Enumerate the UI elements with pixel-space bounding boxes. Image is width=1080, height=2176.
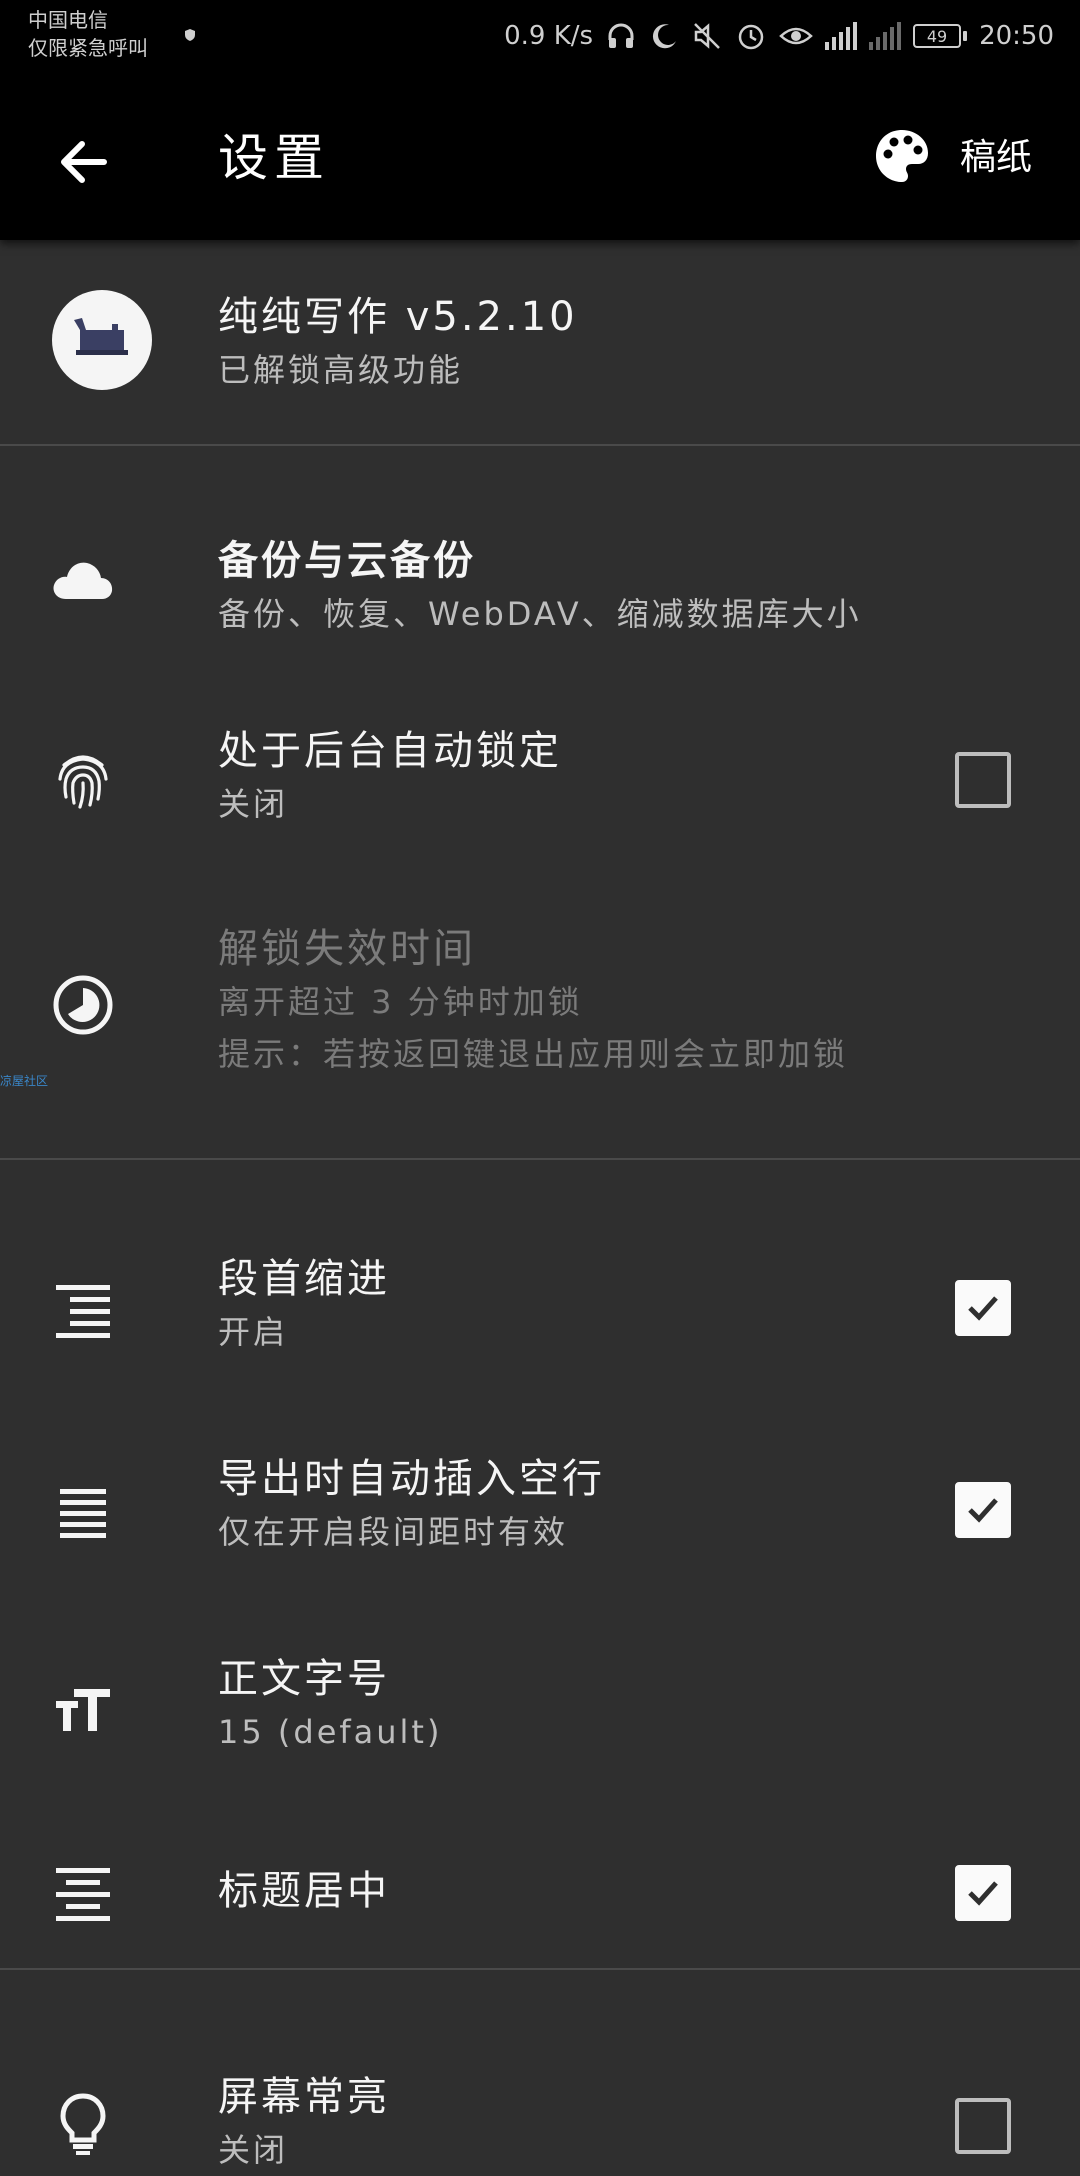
divider <box>0 1158 1080 1160</box>
setting-subtitle: 开启 <box>218 1313 289 1351</box>
timer-icon <box>53 975 113 1035</box>
setting-subtitle: 关闭 <box>218 785 289 823</box>
battery-icon: 49 <box>913 24 968 48</box>
setting-title: 解锁失效时间 <box>218 926 476 972</box>
setting-title: 导出时自动插入空行 <box>218 1456 605 1502</box>
lines-icon <box>60 1489 106 1538</box>
autolock-checkbox[interactable] <box>955 752 1011 808</box>
setting-title: 正文字号 <box>218 1656 390 1702</box>
setting-hint: 提示：若按返回键退出应用则会立即加锁 <box>218 1035 849 1073</box>
setting-screen-on[interactable]: 屏幕常亮 关闭 <box>0 2020 1080 2169</box>
app-version-title: 纯纯写作 v5.2.10 <box>218 294 578 340</box>
eye-icon <box>779 27 813 45</box>
setting-backup[interactable]: 备份与云备份 备份、恢复、WebDAV、缩减数据库大小 <box>0 490 1080 680</box>
draft-button[interactable]: 稿纸 <box>960 128 1032 188</box>
lightbulb-icon <box>60 2093 106 2155</box>
divider <box>0 1968 1080 1970</box>
app-bar: 设置 稿纸 <box>0 80 1080 240</box>
mute-icon <box>694 23 720 49</box>
status-icons: 0.9 K/s 49 20:50 <box>504 14 1054 58</box>
setting-unlock-timeout[interactable]: 解锁失效时间 离开超过 3 分钟时加锁 提示：若按返回键退出应用则会立即加锁 <box>0 880 1080 1120</box>
app-license-status: 已解锁高级功能 <box>218 351 464 389</box>
moon-icon <box>653 24 677 49</box>
battery-level: 49 <box>913 24 962 48</box>
setting-autolock[interactable]: 处于后台自动锁定 关闭 <box>0 680 1080 880</box>
indent-icon <box>56 1285 110 1338</box>
headphones-icon <box>608 23 634 48</box>
back-arrow-icon[interactable] <box>52 130 116 194</box>
indent-checkbox[interactable] <box>955 1280 1011 1336</box>
setting-title: 处于后台自动锁定 <box>218 728 562 774</box>
shield-icon <box>185 29 195 41</box>
text-size-icon <box>56 1689 110 1731</box>
settings-list: 纯纯写作 v5.2.10 已解锁高级功能 备份与云备份 备份、恢复、WebDAV… <box>0 240 1080 2169</box>
net-speed: 0.9 K/s <box>504 21 594 51</box>
carrier-info: 中国电信 仅限紧急呼叫 <box>28 6 195 62</box>
status-bar: 中国电信 仅限紧急呼叫 0.9 K/s 49 20:50 <box>0 0 1080 80</box>
blank-line-checkbox[interactable] <box>955 1482 1011 1538</box>
setting-indent[interactable]: 段首缩进 开启 <box>0 1210 1080 1410</box>
setting-title: 标题居中 <box>218 1868 390 1914</box>
setting-font-size[interactable]: 正文字号 15 (default) <box>0 1610 1080 1810</box>
setting-title: 段首缩进 <box>218 1256 390 1302</box>
align-center-icon <box>56 1868 110 1921</box>
setting-subtitle: 离开超过 3 分钟时加锁 <box>218 983 583 1021</box>
clock: 20:50 <box>979 21 1054 51</box>
cloud-icon <box>53 562 113 599</box>
fingerprint-icon <box>58 755 108 809</box>
watermark: 凉屋社区 <box>0 1074 49 1088</box>
center-title-checkbox[interactable] <box>955 1865 1011 1921</box>
palette-icon[interactable] <box>872 126 932 186</box>
about-row[interactable]: 纯纯写作 v5.2.10 已解锁高级功能 <box>0 240 1080 444</box>
setting-subtitle: 备份、恢复、WebDAV、缩减数据库大小 <box>218 595 862 633</box>
setting-blank-line[interactable]: 导出时自动插入空行 仅在开启段间距时有效 <box>0 1410 1080 1610</box>
setting-title: 屏幕常亮 <box>218 2074 390 2120</box>
page-title: 设置 <box>218 129 330 187</box>
setting-title: 备份与云备份 <box>218 538 476 584</box>
signal-4g-icon <box>825 22 858 50</box>
setting-subtitle: 仅在开启段间距时有效 <box>218 1513 569 1551</box>
emergency-only-label: 仅限紧急呼叫 <box>28 36 148 60</box>
app-logo <box>52 290 152 390</box>
screen-on-checkbox[interactable] <box>955 2098 1011 2154</box>
divider <box>0 444 1080 446</box>
setting-center-title[interactable]: 标题居中 <box>0 1810 1080 1976</box>
setting-subtitle: 关闭 <box>218 2131 289 2169</box>
alarm-icon <box>738 24 764 50</box>
setting-subtitle: 15 (default) <box>218 1713 443 1751</box>
carrier-name: 中国电信 <box>28 8 108 32</box>
signal-off-icon <box>869 22 902 50</box>
